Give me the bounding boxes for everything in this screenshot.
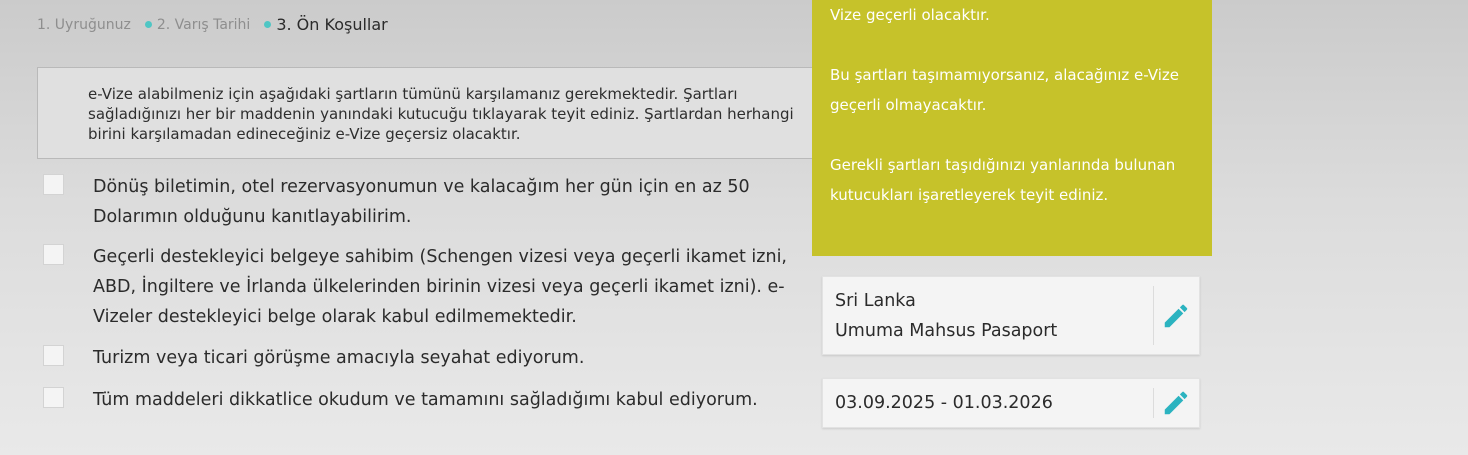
passport-type-value: Umuma Mahsus Pasaport — [835, 321, 1058, 341]
help-text: Bu şartları taşımamıyorsanız, alacağınız… — [830, 66, 1179, 114]
help-panel: Vize geçerli olacaktır. Bu şartları taşı… — [812, 0, 1212, 256]
divider — [1153, 388, 1154, 418]
condition-item: Turizm veya ticari görüşme amacıyla seya… — [43, 343, 584, 373]
step-label: 1. Uyruğunuz — [37, 16, 131, 33]
step-prerequisites: 3. Ön Koşullar — [264, 15, 388, 34]
passport-summary-card: Sri Lanka Umuma Mahsus Pasaport — [822, 276, 1200, 355]
country-value: Sri Lanka — [835, 291, 916, 311]
help-text: Gerekli şartları taşıdığınızı yanlarında… — [830, 156, 1176, 204]
pencil-icon[interactable] — [1161, 388, 1191, 418]
condition-text: Tüm maddeleri dikkatlice okudum ve tamam… — [93, 390, 758, 410]
condition-item: Dönüş biletimin, otel rezervasyonumun ve… — [43, 172, 793, 232]
requirements-info-text: e-Vize alabilmeniz için aşağıdaki şartla… — [88, 85, 794, 143]
pencil-icon[interactable] — [1161, 301, 1191, 331]
condition-checkbox[interactable] — [43, 174, 64, 195]
date-summary-card: 03.09.2025 - 01.03.2026 — [822, 378, 1200, 428]
condition-text: Geçerli destekleyici belgeye sahibim (Sc… — [93, 247, 787, 327]
requirements-info-box: e-Vize alabilmeniz için aşağıdaki şartla… — [37, 67, 817, 159]
date-range-value: 03.09.2025 - 01.03.2026 — [835, 393, 1053, 413]
divider — [1153, 286, 1154, 345]
progress-steps: 1. Uyruğunuz 2. Varış Tarihi 3. Ön Koşul… — [37, 15, 402, 34]
condition-text: Turizm veya ticari görüşme amacıyla seya… — [93, 348, 585, 368]
step-label: 2. Varış Tarihi — [156, 16, 251, 33]
step-dot-icon — [144, 21, 152, 28]
condition-item: Tüm maddeleri dikkatlice okudum ve tamam… — [43, 385, 758, 415]
step-nationality[interactable]: 1. Uyruğunuz — [37, 17, 131, 33]
help-text: Vize geçerli olacaktır. — [830, 6, 990, 24]
condition-text: Dönüş biletimin, otel rezervasyonumun ve… — [93, 177, 750, 227]
step-arrival-date[interactable]: 2. Varış Tarihi — [144, 16, 251, 33]
step-dot-icon — [264, 21, 272, 28]
condition-checkbox[interactable] — [43, 387, 64, 408]
condition-item: Geçerli destekleyici belgeye sahibim (Sc… — [43, 242, 793, 332]
step-label: 3. Ön Koşullar — [276, 15, 388, 34]
condition-checkbox[interactable] — [43, 244, 64, 265]
condition-checkbox[interactable] — [43, 345, 64, 366]
